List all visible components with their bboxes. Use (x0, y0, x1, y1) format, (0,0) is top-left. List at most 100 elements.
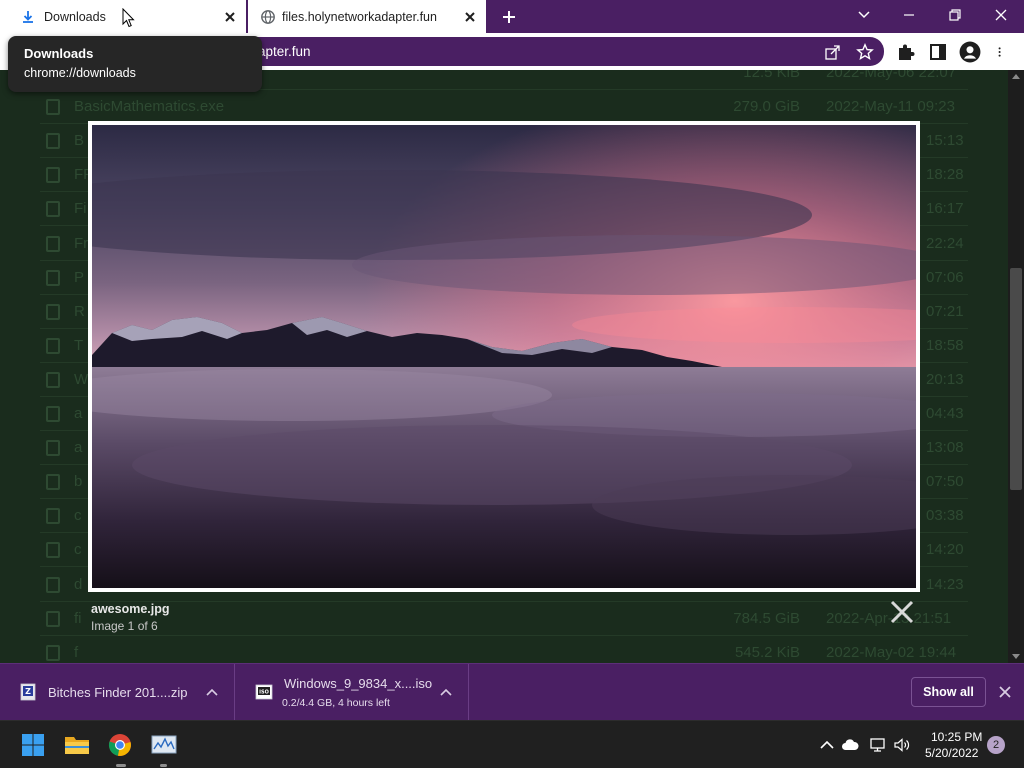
puzzle-icon[interactable] (896, 42, 916, 62)
file-name[interactable]: Fr (74, 235, 88, 252)
tab-title: files.holynetworkadapter.fun (282, 10, 437, 24)
file-icon (46, 303, 60, 320)
file-icon (46, 406, 60, 422)
file-icon (46, 201, 60, 218)
minimize-button[interactable] (886, 0, 932, 29)
file-icon (46, 371, 60, 388)
new-tab-icon[interactable] (500, 8, 518, 26)
resource-monitor-button[interactable] (147, 728, 181, 762)
table-row[interactable]: BasicMathematics.exe 279.0 GiB 2022-May-11… (40, 90, 968, 125)
file-name[interactable]: c (74, 507, 82, 524)
file-size: 12.5 KiB (743, 70, 800, 81)
close-icon[interactable] (222, 9, 238, 25)
file-name[interactable]: Fi (74, 200, 87, 217)
restore-button[interactable] (932, 0, 978, 29)
file-icon (46, 644, 60, 661)
clock-date[interactable]: 5/20/2022 (925, 746, 978, 760)
side-panel-icon[interactable] (928, 42, 948, 62)
title-bar: Downloads files.holynetworkadapter.fun (0, 0, 1024, 33)
onedrive-cloud-icon[interactable] (841, 737, 859, 753)
file-name[interactable]: f (74, 644, 78, 661)
table-row[interactable]: fi 784.5 GiB 2022-Apr-13 21:51 (40, 602, 968, 636)
show-all-button[interactable]: Show all (911, 677, 986, 707)
file-date: 2022-May-11 09:23 (826, 98, 955, 116)
resource-monitor-icon (151, 735, 177, 754)
chrome-icon (108, 734, 131, 756)
file-size: 784.5 GiB (733, 609, 800, 627)
file-icon (46, 269, 60, 286)
tab-files[interactable]: files.holynetworkadapter.fun (248, 0, 486, 33)
file-date: 20:13 (926, 370, 964, 388)
svg-text:ISO: ISO (259, 690, 269, 696)
scroll-up-icon[interactable] (1012, 74, 1020, 79)
file-date: 15:13 (926, 132, 964, 150)
scroll-down-icon[interactable] (1012, 654, 1020, 659)
file-date: 14:20 (926, 541, 964, 559)
file-name[interactable]: P (74, 269, 84, 286)
notification-badge[interactable]: 2 (987, 736, 1005, 754)
network-icon[interactable] (869, 737, 887, 753)
volume-icon[interactable] (893, 737, 911, 753)
file-date: 2022-May-02 19:44 (826, 643, 957, 661)
close-icon (995, 9, 1007, 20)
file-icon (46, 167, 60, 184)
address-bar[interactable]: apter.fun (244, 37, 884, 66)
close-icon[interactable] (462, 9, 478, 25)
chevron-down-icon (858, 10, 870, 18)
iso-file-icon: ISO (255, 684, 273, 700)
file-icon (46, 542, 60, 559)
lightbox-counter: Image 1 of 6 (91, 619, 158, 633)
file-date: 18:28 (926, 166, 964, 184)
download-shelf: Z Bitches Finder 201....zip ISO Windows_… (0, 663, 1024, 720)
file-icon (46, 474, 60, 491)
file-name[interactable]: B (74, 132, 84, 149)
file-name[interactable]: d (74, 576, 82, 593)
lightbox-filename: awesome.jpg (91, 602, 170, 616)
file-date: 07:50 (926, 473, 964, 491)
tab-search-button[interactable] (841, 0, 887, 29)
page-scrollbar[interactable] (1008, 70, 1024, 663)
chevron-up-icon[interactable] (818, 737, 836, 753)
file-icon (46, 235, 60, 252)
zip-file-icon: Z (20, 683, 36, 701)
table-row[interactable]: f 545.2 KiB 2022-May-02 19:44 (40, 636, 968, 663)
file-name[interactable]: a (74, 439, 82, 456)
start-button[interactable] (16, 728, 50, 762)
download-filename: Bitches Finder 201....zip (48, 685, 188, 700)
lightbox-image[interactable] (88, 121, 920, 592)
chevron-up-icon[interactable] (440, 688, 452, 696)
profile-icon[interactable] (959, 41, 981, 63)
download-item[interactable]: Z Bitches Finder 201....zip (0, 664, 235, 720)
file-name[interactable]: T (74, 337, 83, 354)
download-progress-text: 0.2/4.4 GB, 4 hours left (282, 697, 390, 709)
chrome-button[interactable] (103, 728, 137, 762)
file-date: 14:23 (926, 575, 964, 593)
file-name[interactable]: BasicMathematics.exe (74, 98, 224, 115)
scroll-thumb[interactable] (1010, 268, 1022, 490)
clock-time[interactable]: 10:25 PM (931, 730, 982, 744)
file-date: 13:08 (926, 439, 964, 457)
file-size: 545.2 KiB (734, 643, 800, 661)
download-item[interactable]: ISO Windows_9_9834_x....iso 0.2/4.4 GB, … (236, 664, 469, 720)
chevron-up-icon[interactable] (206, 688, 218, 696)
file-name[interactable]: W (74, 371, 88, 388)
file-name[interactable]: a (74, 405, 82, 422)
file-name[interactable]: fi (74, 610, 82, 627)
address-bar-url: apter.fun (258, 44, 311, 59)
start-icon (22, 734, 44, 756)
file-icon (46, 576, 60, 593)
share-icon[interactable] (824, 43, 842, 61)
file-name[interactable]: b (74, 473, 82, 490)
file-name[interactable]: R (74, 303, 85, 320)
more-vert-icon[interactable] (996, 42, 1008, 62)
star-icon[interactable] (856, 43, 874, 61)
file-icon (46, 610, 60, 627)
file-explorer-button[interactable] (60, 728, 94, 762)
file-date: 18:58 (926, 336, 964, 354)
tab-tooltip: Downloads chrome://downloads (8, 36, 262, 92)
close-icon[interactable] (889, 599, 915, 625)
file-icon (46, 440, 60, 457)
close-icon[interactable] (998, 685, 1012, 699)
close-window-button[interactable] (978, 0, 1024, 29)
file-name[interactable]: c (74, 541, 82, 558)
